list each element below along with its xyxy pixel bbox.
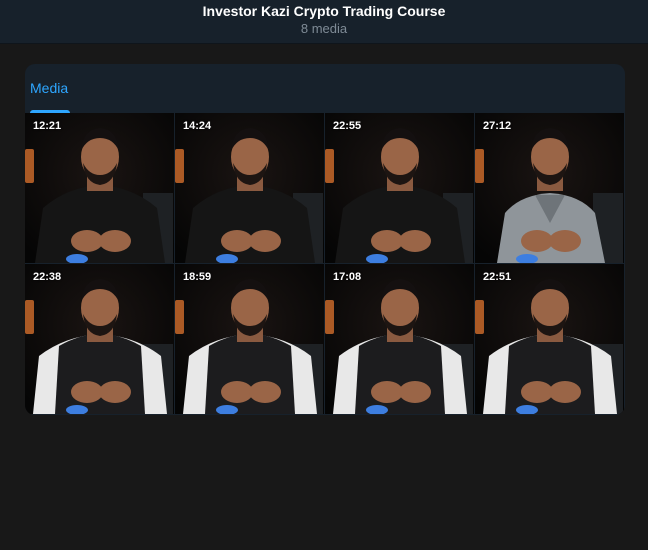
media-thumbnail[interactable]: 17:08	[325, 264, 474, 414]
thumbnail-image	[325, 264, 474, 414]
thumbnail-image	[25, 113, 174, 263]
thumbnail-image	[325, 113, 474, 263]
video-duration: 22:38	[33, 271, 62, 283]
media-thumbnail[interactable]: 22:38	[25, 264, 174, 414]
video-duration: 18:59	[183, 271, 212, 283]
video-duration: 22:51	[483, 271, 512, 283]
tab-bar: Media	[25, 64, 625, 113]
thumbnail-image	[475, 113, 624, 263]
video-duration: 14:24	[183, 120, 212, 132]
video-duration: 27:12	[483, 120, 512, 132]
thumbnail-image	[175, 264, 324, 414]
media-thumbnail[interactable]: 22:51	[475, 264, 624, 414]
media-panel: Media 12:21 14:24 22:55 27:12 22:38 18:59 17:0…	[25, 64, 625, 415]
video-duration: 17:08	[333, 271, 362, 283]
media-thumbnail[interactable]: 22:55	[325, 113, 474, 263]
media-thumbnail[interactable]: 14:24	[175, 113, 324, 263]
thumbnail-image	[25, 264, 174, 414]
media-grid: 12:21 14:24 22:55 27:12 22:38 18:59 17:08 22:51	[25, 113, 625, 415]
header-title: Investor Kazi Crypto Trading Course	[202, 3, 446, 19]
tab-media[interactable]: Media	[30, 80, 68, 96]
media-thumbnail[interactable]: 27:12	[475, 113, 624, 263]
thumbnail-image	[175, 113, 324, 263]
chat-header: Investor Kazi Crypto Trading Course 8 me…	[0, 0, 648, 44]
header-subtitle: 8 media	[300, 21, 348, 36]
media-thumbnail[interactable]: 12:21	[25, 113, 174, 263]
video-duration: 12:21	[33, 120, 62, 132]
thumbnail-image	[475, 264, 624, 414]
media-thumbnail[interactable]: 18:59	[175, 264, 324, 414]
video-duration: 22:55	[333, 120, 362, 132]
